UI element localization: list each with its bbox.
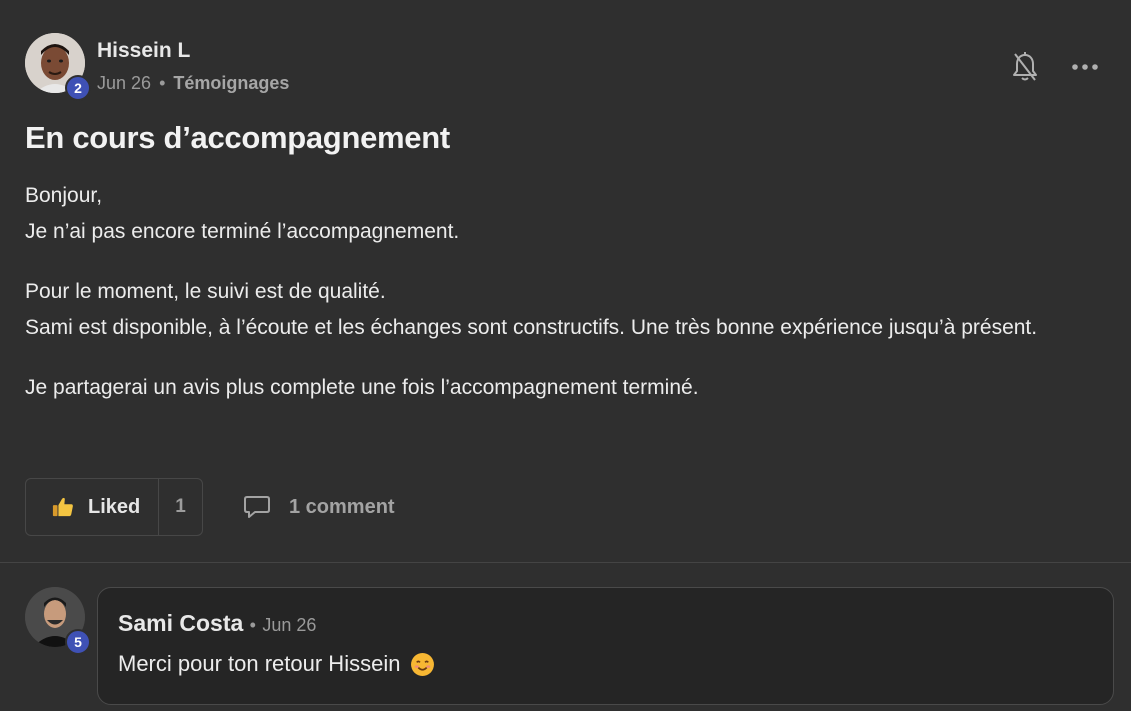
comment-text: Merci pour ton retour Hissein	[118, 651, 435, 677]
post-paragraph: Pour le moment, le suivi est de qualité.…	[25, 274, 1105, 346]
comment-author-avatar-wrap[interactable]: 5	[25, 587, 91, 655]
comment-bubble-icon	[244, 496, 270, 518]
post-line: Pour le moment, le suivi est de qualité.	[25, 280, 386, 303]
like-control: Liked 1	[25, 478, 203, 536]
comment-date: Jun 26	[262, 615, 317, 635]
post-paragraph: Je partagerai un avis plus complete une …	[25, 370, 1105, 406]
comment-message: Merci pour ton retour Hissein	[118, 651, 401, 676]
more-horizontal-icon[interactable]	[1071, 57, 1099, 77]
comment-separator: •	[249, 615, 256, 635]
post-category-link[interactable]: Témoignages	[173, 73, 289, 93]
bell-muted-icon[interactable]	[1011, 51, 1039, 83]
thumbs-up-icon	[52, 497, 73, 517]
like-label: Liked	[88, 495, 141, 518]
level-badge: 2	[65, 75, 91, 101]
post-author-avatar-wrap[interactable]: 2	[25, 33, 91, 101]
post-title: En cours d’accompagnement	[25, 120, 450, 155]
like-button[interactable]: Liked	[26, 479, 159, 535]
meta-separator: •	[159, 73, 166, 93]
post-line: Bonjour,	[25, 184, 103, 207]
post-body: Bonjour, Je n’ai pas encore terminé l’ac…	[25, 178, 1105, 430]
comment-bubble: Sami Costa • Jun 26 Merci pour ton retou…	[97, 587, 1114, 705]
post-meta: Jun 26 • Témoignages	[97, 73, 289, 94]
comment-count-label: 1 comment	[289, 495, 395, 518]
level-badge: 5	[65, 629, 91, 655]
post-card: 2 Hissein L Jun 26 • Témoignages En cour…	[0, 0, 1131, 563]
post-paragraph: Bonjour, Je n’ai pas encore terminé l’ac…	[25, 178, 1105, 250]
like-count[interactable]: 1	[159, 496, 202, 518]
divider	[0, 562, 1131, 563]
comment-header: Sami Costa • Jun 26	[118, 610, 316, 637]
smiling-face-icon	[411, 652, 435, 676]
post-line: Je n’ai pas encore terminé l’accompagnem…	[25, 220, 460, 243]
post-date: Jun 26	[97, 73, 152, 93]
post-author-name[interactable]: Hissein L	[97, 39, 190, 63]
comments-link[interactable]: 1 comment	[243, 494, 395, 520]
post-line: Sami est disponible, à l’écoute et les é…	[25, 316, 1038, 339]
post-line: Je partagerai un avis plus complete une …	[25, 376, 699, 399]
comment-author-name[interactable]: Sami Costa	[118, 610, 243, 636]
